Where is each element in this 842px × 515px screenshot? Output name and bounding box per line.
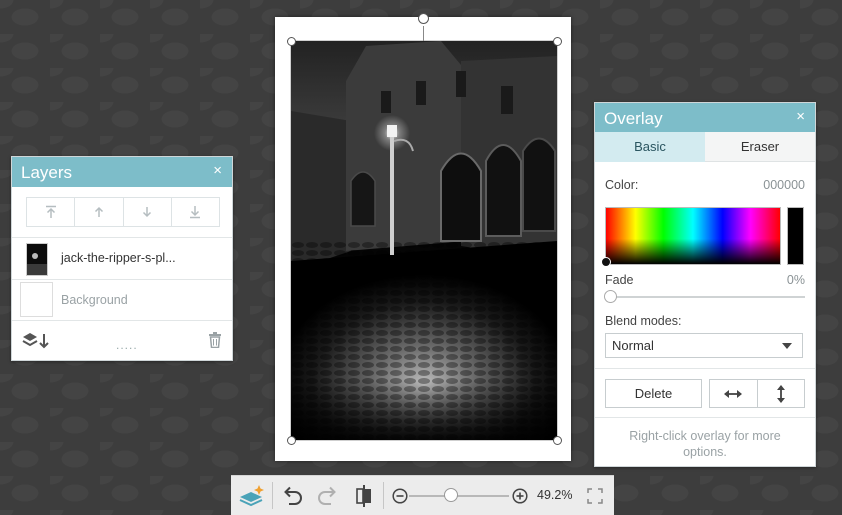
- resize-handle-bottom-right[interactable]: [553, 436, 562, 445]
- fade-label: Fade: [605, 273, 634, 287]
- layer-item-background[interactable]: Background: [12, 279, 232, 322]
- overlay-hint-text: Right-click overlay for more options.: [629, 429, 781, 459]
- undo-icon: [284, 486, 302, 505]
- resize-handle-top-right[interactable]: [553, 37, 562, 46]
- move-up-button[interactable]: [75, 198, 124, 226]
- zoom-out-button[interactable]: [390, 476, 410, 515]
- flip-horizontal-button[interactable]: [710, 380, 758, 407]
- overlay-tabs: Basic Eraser: [595, 132, 815, 162]
- flip-vertical-icon: [776, 384, 785, 403]
- bottom-toolbar: 49.2%: [231, 475, 614, 515]
- layers-footer: .....: [12, 320, 232, 361]
- fullscreen-button[interactable]: [585, 476, 605, 515]
- layer-name: Background: [61, 293, 128, 307]
- flip-buttons: [709, 379, 805, 408]
- blend-mode-value: Normal: [612, 338, 654, 353]
- move-to-top-icon: [45, 205, 56, 218]
- zoom-level: 49.2%: [537, 488, 573, 502]
- layers-button[interactable]: [237, 476, 267, 515]
- move-to-bottom-button[interactable]: [172, 198, 219, 226]
- flip-horizontal-icon: [724, 389, 743, 398]
- move-down-button[interactable]: [124, 198, 172, 226]
- layers-panel-title: Layers: [21, 163, 73, 182]
- layer-thumbnail: [20, 282, 53, 317]
- redo-button[interactable]: [315, 476, 341, 515]
- color-hex-value[interactable]: 000000: [763, 178, 805, 192]
- move-to-bottom-icon: [190, 206, 201, 219]
- resize-handle-bottom-left[interactable]: [287, 436, 296, 445]
- merge-layers-icon[interactable]: [22, 332, 52, 350]
- fade-slider-track[interactable]: [611, 296, 805, 298]
- zoom-slider-knob[interactable]: [444, 488, 458, 502]
- rotate-handle[interactable]: [418, 13, 429, 24]
- divider: [595, 368, 815, 369]
- move-to-top-button[interactable]: [27, 198, 76, 226]
- separator: [383, 482, 384, 509]
- compare-button[interactable]: [351, 476, 377, 515]
- trash-icon[interactable]: [208, 332, 222, 348]
- delete-button[interactable]: Delete: [605, 379, 702, 408]
- layer-item-overlay[interactable]: jack-the-ripper-s-pl...: [12, 237, 232, 280]
- color-label: Color:: [605, 178, 639, 192]
- fade-slider-knob[interactable]: [604, 290, 617, 303]
- overlay-panel: Overlay × Basic Eraser Color: 000000 Fad…: [594, 102, 816, 467]
- separator: [272, 482, 273, 509]
- undo-button[interactable]: [279, 476, 305, 515]
- zoom-out-icon: [392, 487, 408, 504]
- redo-icon: [318, 486, 336, 505]
- move-up-icon: [94, 206, 103, 217]
- blend-modes-label: Blend modes:: [605, 314, 682, 328]
- overlay-image[interactable]: [290, 40, 558, 441]
- overlay-panel-title: Overlay: [604, 109, 663, 128]
- compare-icon: [356, 484, 371, 507]
- color-swatch[interactable]: [787, 207, 804, 265]
- flip-vertical-button[interactable]: [758, 380, 805, 407]
- divider: [595, 417, 815, 418]
- zoom-in-icon: [512, 487, 528, 504]
- layers-panel: Layers × jack-the-ripper-s-pl... Backgro…: [11, 156, 233, 361]
- overlay-panel-header[interactable]: Overlay ×: [595, 103, 815, 132]
- layers-icon: [239, 484, 264, 506]
- overlay-close-icon[interactable]: ×: [796, 108, 805, 125]
- photo-street-night: [291, 41, 557, 440]
- tab-eraser[interactable]: Eraser: [705, 132, 815, 162]
- zoom-slider-track[interactable]: [409, 495, 509, 497]
- fade-value: 0%: [786, 273, 805, 287]
- zoom-in-button[interactable]: [510, 476, 530, 515]
- tab-basic[interactable]: Basic: [595, 132, 705, 162]
- drag-handle[interactable]: .....: [116, 338, 138, 352]
- blend-mode-select[interactable]: Normal: [605, 333, 803, 358]
- color-spectrum-picker[interactable]: [601, 207, 781, 267]
- layers-close-icon[interactable]: ×: [213, 162, 222, 179]
- resize-handle-top-left[interactable]: [287, 37, 296, 46]
- layer-order-tools: [26, 197, 220, 227]
- layer-thumbnail: [26, 243, 48, 276]
- layer-thumb-image: [27, 244, 47, 275]
- move-down-icon: [143, 207, 152, 218]
- layers-panel-header[interactable]: Layers ×: [12, 157, 232, 187]
- rotate-stem: [423, 26, 424, 41]
- fullscreen-icon: [587, 487, 603, 504]
- layer-name: jack-the-ripper-s-pl...: [61, 251, 176, 265]
- color-picker-cursor[interactable]: [601, 257, 611, 267]
- chevron-down-icon: [782, 343, 792, 349]
